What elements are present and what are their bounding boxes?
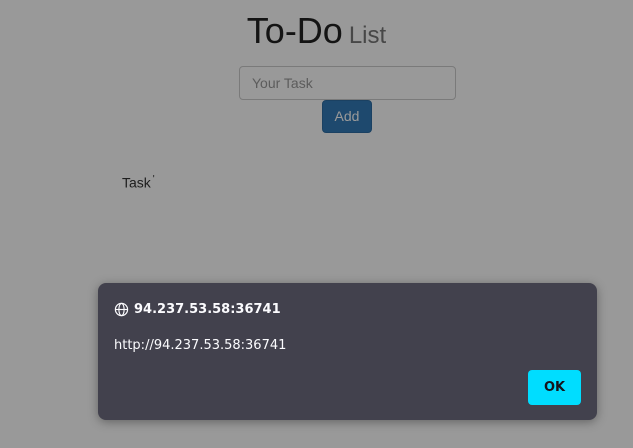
ok-button[interactable]: OK xyxy=(528,370,581,405)
dialog-message: http://94.237.53.58:36741 xyxy=(114,338,287,353)
dialog-header: 94.237.53.58:36741 xyxy=(114,300,281,318)
dialog-origin: 94.237.53.58:36741 xyxy=(134,301,281,317)
globe-icon xyxy=(114,302,129,317)
alert-dialog: 94.237.53.58:36741 http://94.237.53.58:3… xyxy=(98,283,597,420)
